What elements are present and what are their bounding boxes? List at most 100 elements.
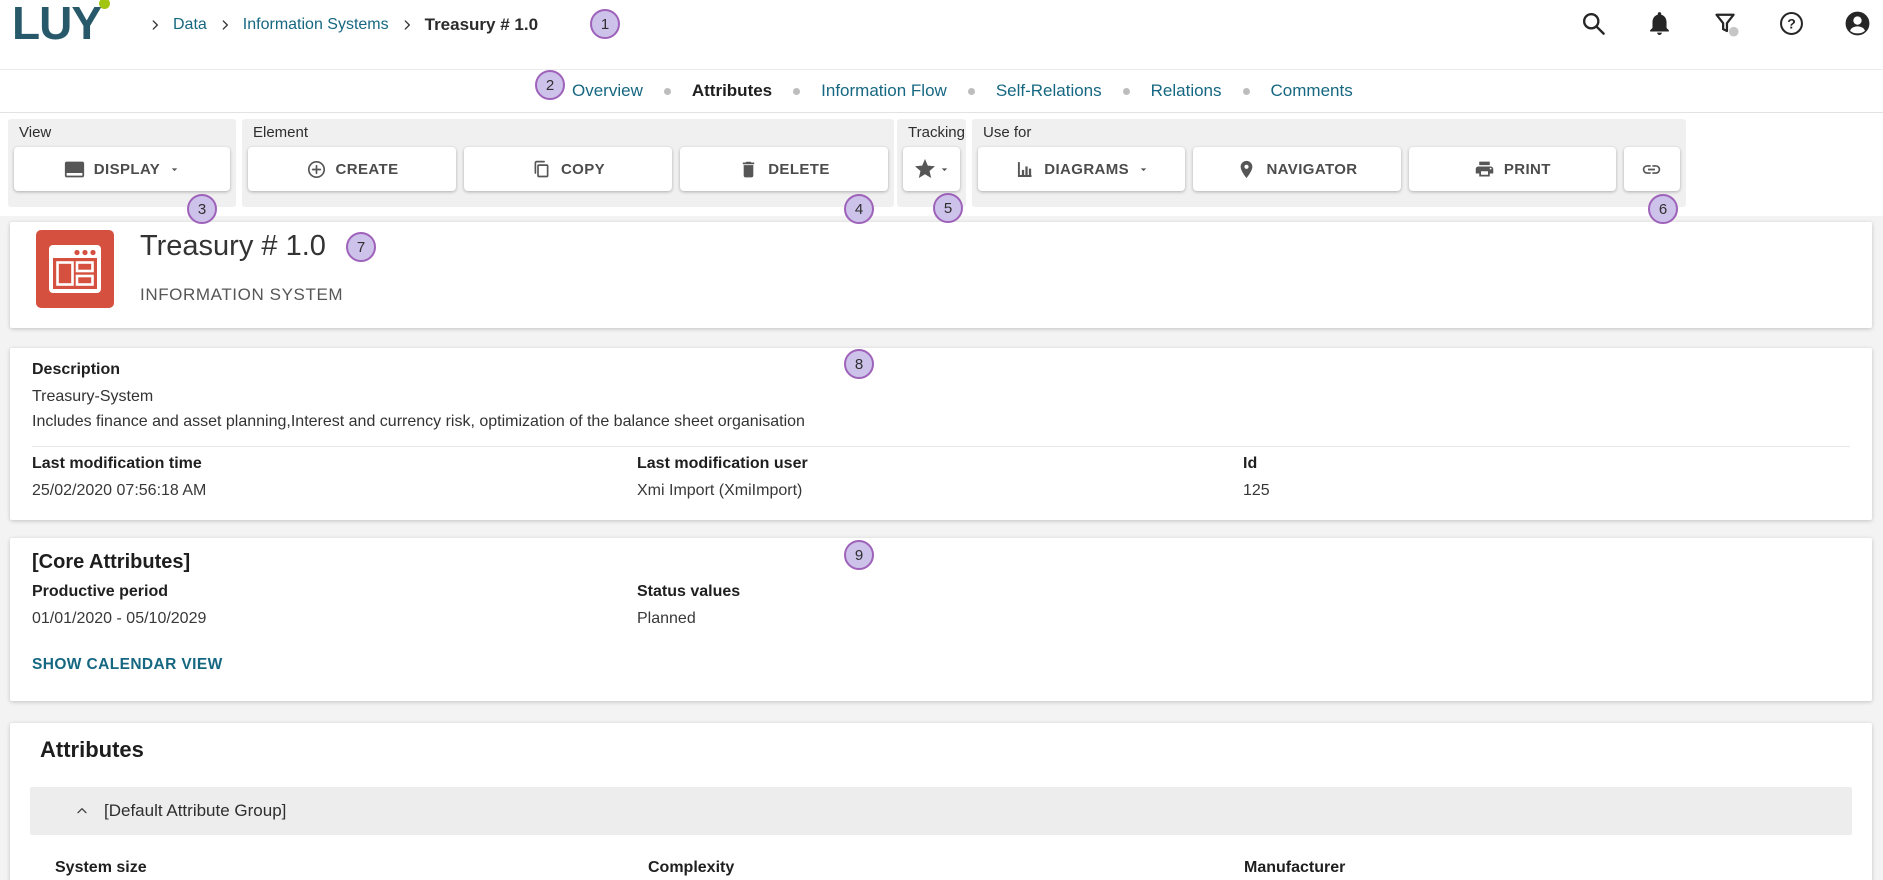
search-icon[interactable]	[1580, 10, 1607, 37]
annotation-marker-8: 8	[844, 349, 874, 379]
star-button[interactable]	[903, 147, 960, 191]
chevron-up-icon[interactable]	[74, 803, 90, 819]
field-value: Planned	[637, 610, 1243, 628]
navigator-button[interactable]: NAVIGATOR	[1193, 147, 1400, 191]
field-label: Last modification user	[637, 455, 1243, 473]
tab-bar: Overview Attributes Information Flow Self-R…	[572, 70, 1353, 112]
entity-header-card: Treasury # 1.0 INFORMATION SYSTEM	[10, 222, 1872, 328]
show-calendar-view-link[interactable]: SHOW CALENDAR VIEW	[32, 656, 223, 674]
luy-logo-text: LUY	[12, 0, 101, 49]
attr-columns: System sizeComplexityManufacturer	[30, 859, 1852, 877]
toolbar-buttons	[903, 147, 960, 191]
caret-down-icon	[939, 164, 950, 175]
button-label: NAVIGATOR	[1266, 161, 1357, 178]
tab-attributes[interactable]: Attributes	[692, 81, 772, 101]
attributes-title: Attributes	[40, 737, 1852, 763]
toolbar-buttons: CREATE COPY DELETE	[248, 147, 888, 191]
field-label: Status values	[637, 583, 1243, 601]
page: LUY Data Information Systems Treasury # 1.…	[0, 0, 1883, 880]
luy-logo-dot	[99, 0, 110, 9]
default-attribute-group-header[interactable]: [Default Attribute Group]	[30, 787, 1852, 835]
tab-comments[interactable]: Comments	[1271, 81, 1353, 101]
annotation-marker-4: 4	[844, 194, 874, 224]
delete-icon	[738, 159, 759, 180]
button-label: CREATE	[336, 161, 399, 178]
breadcrumb-item-information-systems[interactable]: Information Systems	[243, 16, 389, 34]
breadcrumb-chevron-icon	[218, 18, 232, 32]
attribute-group-title: [Default Attribute Group]	[104, 801, 286, 821]
print-icon	[1474, 159, 1495, 180]
page-title: Treasury # 1.0	[140, 230, 326, 263]
navigator-icon	[1236, 159, 1257, 180]
toolbar-group-tracking: Tracking	[897, 119, 966, 207]
caret-down-icon	[169, 164, 180, 175]
annotation-marker-3: 3	[187, 194, 217, 224]
core-field-status-values: Status values Planned	[637, 583, 1243, 628]
annotation-marker-9: 9	[844, 540, 874, 570]
print-button[interactable]: PRINT	[1409, 147, 1616, 191]
toolbar-group-label: Use for	[983, 124, 1680, 141]
toolbar-group-use-for: Use for DIAGRAMS NAVIGATOR PRINT	[972, 119, 1686, 207]
svg-text:?: ?	[1787, 15, 1796, 31]
field-value: 25/02/2020 07:56:18 AM	[32, 482, 637, 500]
button-label: PRINT	[1504, 161, 1551, 178]
topbar-icons: ?	[1580, 10, 1871, 37]
top-bar: LUY DataInformation SystemsTreasury # 1.…	[0, 0, 1883, 70]
annotation-marker-6: 6	[1648, 194, 1678, 224]
account-icon[interactable]	[1844, 10, 1871, 37]
create-button[interactable]: CREATE	[248, 147, 456, 191]
meta-field-last-modification-time: Last modification time25/02/2020 07:56:1…	[32, 455, 637, 500]
tab-information-flow[interactable]: Information Flow	[821, 81, 947, 101]
field-label: Productive period	[32, 583, 637, 601]
entity-type-label: INFORMATION SYSTEM	[140, 285, 343, 305]
toolbar-group-element: Element CREATE COPY DELETE	[242, 119, 894, 207]
core-attributes-card: [Core Attributes] Productive period01/01…	[10, 538, 1872, 701]
breadcrumb-chevron-icon	[148, 18, 162, 32]
breadcrumb: DataInformation SystemsTreasury # 1.0	[148, 0, 538, 50]
field-value: 125	[1243, 482, 1850, 500]
meta-field-last-modification-user: Last modification user Xmi Import (XmiImp…	[637, 455, 1243, 500]
caret-down-icon	[1138, 164, 1149, 175]
tab-self-relations[interactable]: Self-Relations	[996, 81, 1102, 101]
notifications-icon[interactable]	[1646, 10, 1673, 37]
tab-separator-dot	[1123, 88, 1130, 95]
tab-relations[interactable]: Relations	[1151, 81, 1222, 101]
tab-separator-dot	[793, 88, 800, 95]
breadcrumb-item-data[interactable]: Data	[173, 16, 207, 34]
toolbar-group-label: View	[19, 124, 230, 141]
description-label: Description	[32, 361, 1850, 379]
description-line: Includes finance and asset planning,Inte…	[32, 409, 1850, 434]
attribute-column-complexity: Complexity	[648, 859, 1244, 877]
display-button[interactable]: DISPLAY	[14, 147, 230, 191]
core-attributes-title: [Core Attributes]	[32, 551, 1850, 574]
toolbar-buttons: DIAGRAMS NAVIGATOR PRINT	[978, 147, 1680, 191]
help-icon[interactable]: ?	[1778, 10, 1805, 37]
button-label: DISPLAY	[94, 161, 160, 178]
core-field-productive-period: Productive period01/01/2020 - 05/10/2029	[32, 583, 637, 628]
core-grid: Productive period01/01/2020 - 05/10/2029…	[32, 583, 1850, 628]
diagrams-icon	[1014, 159, 1035, 180]
tab-overview[interactable]: Overview	[572, 81, 643, 101]
meta-grid: Last modification time25/02/2020 07:56:1…	[32, 447, 1850, 500]
toolbar-group-label: Element	[253, 124, 888, 141]
button-label: COPY	[561, 161, 605, 178]
filter-icon[interactable]	[1712, 10, 1739, 37]
luy-logo[interactable]: LUY	[12, 0, 101, 50]
delete-button[interactable]: DELETE	[680, 147, 888, 191]
button-label: DIAGRAMS	[1044, 161, 1129, 178]
information-system-icon	[36, 230, 114, 308]
diagrams-button[interactable]: DIAGRAMS	[978, 147, 1185, 191]
display-icon	[64, 159, 85, 180]
attribute-column-manufacturer: Manufacturer	[1244, 859, 1852, 877]
link-button[interactable]	[1624, 147, 1680, 191]
annotation-marker-2: 2	[535, 70, 565, 100]
tab-strip: Overview Attributes Information Flow Self-R…	[0, 70, 1883, 113]
field-label: Id	[1243, 455, 1850, 473]
copy-button[interactable]: COPY	[464, 147, 672, 191]
tab-separator-dot	[968, 88, 975, 95]
tab-separator-dot	[1243, 88, 1250, 95]
button-label: DELETE	[768, 161, 830, 178]
attribute-column-system-size: System size	[55, 859, 648, 877]
field-value: Xmi Import (XmiImport)	[637, 482, 1243, 500]
annotation-marker-1: 1	[590, 9, 620, 39]
